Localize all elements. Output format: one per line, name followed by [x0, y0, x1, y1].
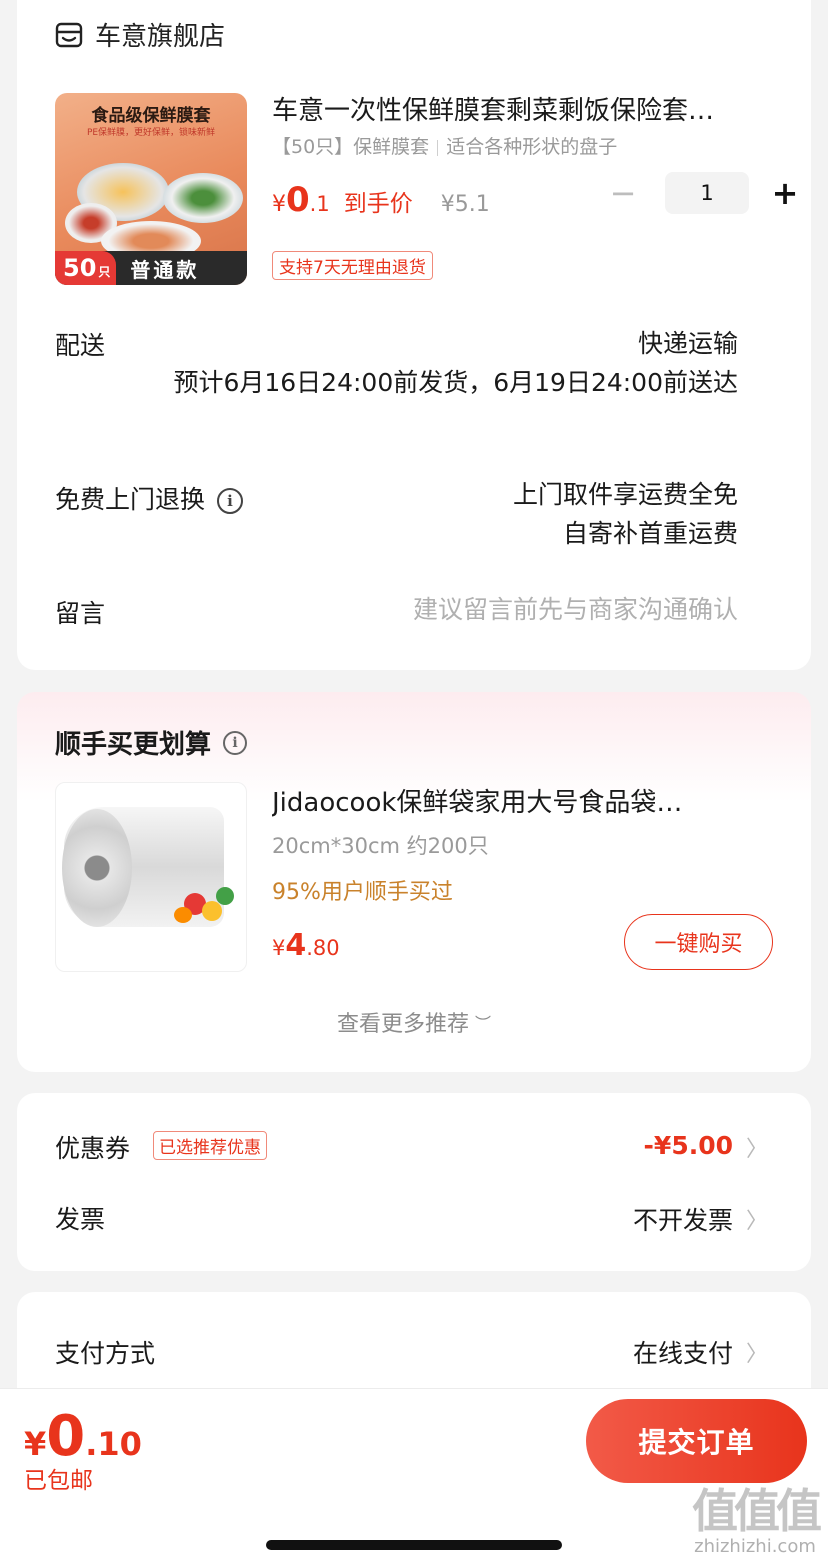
total-price: ¥ 0 .10 — [24, 1407, 142, 1467]
submit-order-button[interactable]: 提交订单 — [586, 1399, 807, 1483]
total-currency: ¥ — [24, 1425, 47, 1463]
message-input[interactable]: 建议留言前先与商家沟通确认 — [413, 590, 738, 629]
product-image-title: 食品级保鲜膜套 — [91, 106, 211, 126]
coupon-value[interactable]: -¥5.00 — [644, 1131, 733, 1160]
delivery-label: 配送 — [55, 331, 106, 360]
price-integer: 0 — [286, 180, 310, 220]
product-spec-desc: 适合各种形状的盘子 — [446, 136, 618, 158]
store-header[interactable]: 车意旗舰店 — [55, 16, 225, 53]
fruit-graphic — [202, 901, 222, 921]
message-label: 留言 — [55, 599, 106, 628]
more-recommendations-label: 查看更多推荐 — [336, 1012, 469, 1037]
spec-divider — [437, 139, 439, 156]
watermark-logo: 值值值 — [692, 1484, 822, 1538]
home-indicator[interactable] — [266, 1540, 562, 1550]
fruit-graphic — [216, 887, 234, 905]
chevron-right-icon[interactable]: 〉 — [746, 1336, 768, 1368]
coupon-invoice-card: 优惠券 已选推荐优惠 -¥5.00 〉 发票 不开发票 〉 — [17, 1093, 811, 1271]
price-currency: ¥ — [272, 936, 286, 960]
badge-variant: 普通款 — [130, 257, 200, 282]
delivery-info: 快递运输 预计6月16日24:00前发货，6月19日24:00前送达 — [138, 324, 738, 402]
info-icon[interactable]: i — [217, 488, 244, 514]
original-price: ¥5.1 — [440, 192, 490, 217]
price-label: 到手价 — [343, 191, 413, 217]
payment-value[interactable]: 在线支付 — [633, 1334, 733, 1370]
increase-button[interactable]: + — [765, 172, 805, 214]
recommendation-image[interactable] — [55, 782, 247, 972]
product-image[interactable]: 食品级保鲜膜套 PE保鲜膜，更好保鲜，锁味新鲜 50 只 普通款 — [55, 93, 247, 285]
fruit-graphic — [174, 907, 192, 923]
store-icon — [55, 22, 83, 47]
store-name: 车意旗舰店 — [95, 22, 226, 52]
invoice-value[interactable]: 不开发票 — [633, 1201, 733, 1237]
decrease-button[interactable]: − — [603, 172, 643, 214]
order-card: 车意旗舰店 食品级保鲜膜套 PE保鲜膜，更好保鲜，锁味新鲜 50 只 普通款 车… — [17, 0, 811, 670]
badge-count-number: 50 — [63, 254, 97, 282]
product-image-subtitle: PE保鲜膜，更好保鲜，锁味新鲜 — [86, 128, 216, 138]
recommendation-social-proof: 95%用户顺手买过 — [272, 880, 453, 905]
coupon-tag: 已选推荐优惠 — [153, 1131, 267, 1160]
bowl-graphic — [163, 173, 243, 223]
bag-roll-end-graphic — [62, 809, 132, 927]
more-recommendations-link[interactable]: 查看更多推荐 ︶ — [17, 1006, 811, 1038]
free-return-line2: 自寄补首重运费 — [562, 519, 738, 548]
total-decimal: .10 — [85, 1425, 142, 1463]
watermark: 值值值 zhizhizhi.com — [692, 1484, 822, 1557]
free-return-line1: 上门取件享运费全免 — [512, 480, 738, 509]
one-click-buy-button[interactable]: 一键购买 — [624, 914, 773, 970]
shipping-status: 已包邮 — [24, 1468, 93, 1494]
badge-count-unit: 只 — [98, 265, 111, 279]
total-integer: 0 — [46, 1404, 86, 1469]
recommendation-name[interactable]: Jidaocook保鲜袋家用大号食品袋… — [272, 782, 762, 819]
price-decimal: .1 — [309, 192, 330, 216]
recommendation-title: 顺手买更划算 — [55, 730, 212, 760]
price-currency: ¥ — [272, 192, 286, 217]
product-spec[interactable]: 【50只】保鲜膜套 适合各种形状的盘子 — [272, 132, 617, 159]
recommendation-price: ¥ 4 .80 — [272, 928, 340, 963]
invoice-label: 发票 — [55, 1205, 106, 1234]
recommendation-card: 顺手买更划算 i Jidaocook保鲜袋家用大号食品袋… 20cm*30cm 约… — [17, 692, 811, 1072]
recommendation-header: 顺手买更划算 i — [55, 724, 248, 761]
checkout-bar: ¥ 0 .10 已包邮 提交订单 值值值 zhizhizhi.com — [0, 1388, 828, 1567]
info-icon[interactable]: i — [223, 730, 248, 755]
badge-count: 50 只 — [55, 251, 117, 285]
product-price: ¥ 0 .1 到手价 ¥5.1 — [272, 180, 490, 220]
free-return-info: 上门取件享运费全免 自寄补首重运费 — [513, 475, 738, 553]
chevron-down-icon: ︶ — [475, 1014, 492, 1033]
quantity-input[interactable]: 1 — [665, 172, 749, 214]
product-title[interactable]: 车意一次性保鲜膜套剩菜剩饭保险套… — [272, 90, 762, 127]
price-integer: 4 — [285, 928, 307, 963]
product-spec-size: 【50只】保鲜膜套 — [272, 136, 430, 158]
payment-label: 支付方式 — [55, 1339, 156, 1368]
watermark-url: zhizhizhi.com — [694, 1536, 816, 1557]
free-return-label: 免费上门退换 — [55, 485, 206, 514]
chevron-right-icon[interactable]: 〉 — [746, 1131, 768, 1163]
delivery-estimate: 预计6月16日24:00前发货，6月19日24:00前送达 — [173, 368, 738, 397]
return-policy-tag: 支持7天无理由退货 — [272, 251, 433, 280]
quantity-stepper: − 1 + — [603, 172, 805, 214]
free-return-row: 免费上门退换 i — [55, 480, 244, 516]
delivery-method: 快递运输 — [637, 329, 738, 358]
price-decimal: .80 — [306, 936, 340, 960]
chevron-right-icon[interactable]: 〉 — [746, 1203, 768, 1235]
coupon-label: 优惠券 — [55, 1134, 131, 1163]
recommendation-spec: 20cm*30cm 约200只 — [272, 834, 489, 858]
product-image-badge: 50 只 普通款 — [55, 251, 247, 285]
